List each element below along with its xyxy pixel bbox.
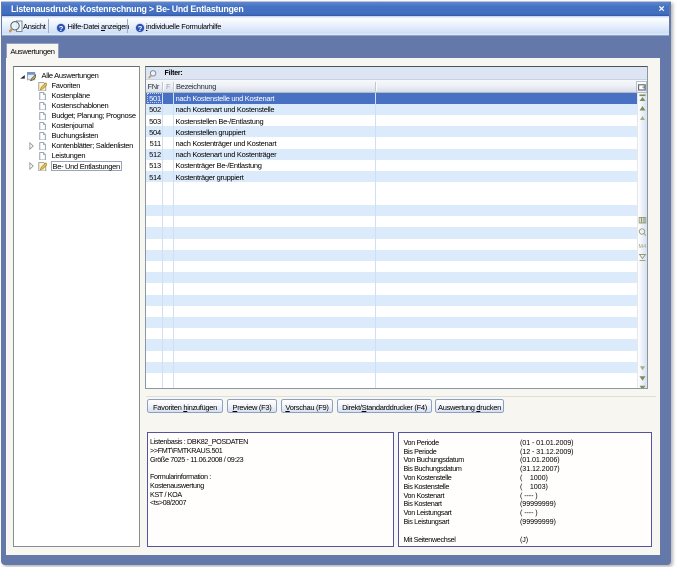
svg-text:?: ? [137, 23, 142, 32]
svg-text:?: ? [58, 23, 63, 32]
svg-text:M4: M4 [639, 244, 647, 250]
